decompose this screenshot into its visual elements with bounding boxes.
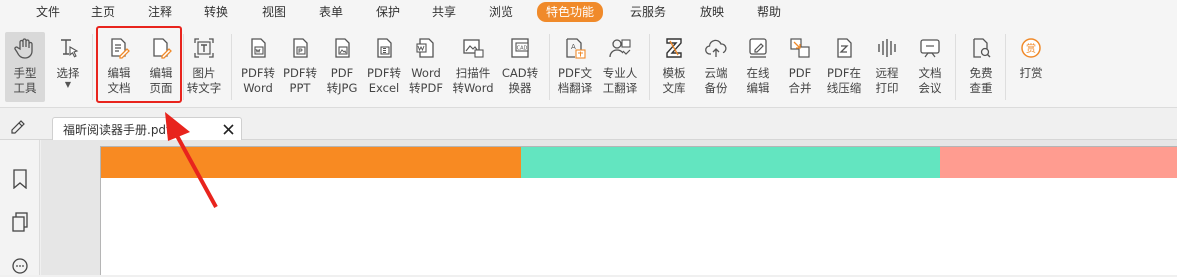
- image-to-text-button[interactable]: 图片 转文字: [182, 36, 226, 96]
- video-meeting-icon: [920, 39, 940, 58]
- document-tab-title: 福昕阅读器手册.pdf *: [63, 123, 181, 137]
- pdf-to-ppt-button[interactable]: PDF转 PPT: [278, 36, 322, 96]
- highlight-box: [96, 26, 182, 103]
- header-band-teal: [521, 147, 940, 178]
- menu-file[interactable]: 文件: [36, 3, 60, 21]
- menu-protect[interactable]: 保护: [376, 3, 400, 21]
- free-check-button[interactable]: 免费 查重: [959, 36, 1003, 96]
- pdf-translate-button[interactable]: A PDF文 档翻译: [553, 36, 597, 96]
- menu-slideshow[interactable]: 放映: [700, 3, 724, 21]
- scan-image-icon: [463, 39, 484, 58]
- select-tool-button[interactable]: 选择 ▼: [46, 36, 90, 89]
- close-icon[interactable]: [223, 124, 234, 135]
- bookmark-icon[interactable]: [11, 169, 29, 189]
- separator: [549, 34, 550, 100]
- svg-text:CAD: CAD: [517, 46, 528, 52]
- pdf-to-word-icon: [251, 38, 266, 58]
- svg-text:赏: 赏: [1026, 43, 1036, 55]
- header-band-orange: [101, 147, 521, 178]
- pdf-to-jpg-icon: [335, 38, 350, 58]
- remote-print-button[interactable]: 远程 打印: [865, 36, 909, 96]
- pdf-to-excel-button[interactable]: PDF转 Excel: [362, 36, 406, 96]
- hand-tool-button[interactable]: 手型 工具: [3, 36, 47, 96]
- text-cursor-icon: [61, 39, 79, 58]
- cloud-backup-button[interactable]: 云端 备份: [694, 36, 738, 96]
- menu-comment[interactable]: 注释: [148, 3, 172, 21]
- menu-form[interactable]: 表单: [319, 3, 343, 21]
- pdf-to-word-button[interactable]: PDF转 Word: [236, 36, 280, 96]
- pdf-to-excel-icon: [377, 38, 392, 58]
- menu-bar: 文件 主页 注释 转换 视图 表单 保护 共享 浏览 特色功能 云服务 放映 帮…: [0, 0, 1177, 24]
- translate-icon: A: [566, 38, 586, 59]
- eraser-icon[interactable]: [10, 118, 26, 134]
- separator: [649, 34, 650, 100]
- pdf-to-jpg-button[interactable]: PDF 转JPG: [320, 36, 364, 96]
- word-to-pdf-icon: [416, 38, 434, 58]
- pages-icon[interactable]: [11, 212, 29, 232]
- menu-help[interactable]: 帮助: [757, 3, 781, 21]
- cad-icon: CAD: [511, 38, 529, 58]
- header-band-pink: [940, 147, 1177, 178]
- pdf-merge-button[interactable]: PDF 合并: [778, 36, 822, 96]
- template-library-button[interactable]: 模板 文库: [652, 36, 696, 96]
- document-tab[interactable]: 福昕阅读器手册.pdf *: [52, 117, 242, 141]
- separator: [92, 34, 93, 100]
- compress-icon: [837, 38, 852, 58]
- image-text-icon: [194, 38, 214, 58]
- merge-icon: [790, 38, 810, 58]
- menu-share[interactable]: 共享: [432, 3, 456, 21]
- svg-text:A: A: [571, 43, 576, 51]
- comment-icon[interactable]: [11, 257, 29, 277]
- human-translate-button[interactable]: 专业人 工翻译: [598, 36, 642, 96]
- hand-icon: [14, 38, 33, 59]
- online-edit-icon: [749, 38, 767, 58]
- menu-cloud[interactable]: 云服务: [630, 3, 666, 21]
- separator: [1005, 34, 1006, 100]
- separator: [231, 34, 232, 100]
- chevron-down-icon: ▼: [64, 80, 72, 89]
- remote-print-icon: [878, 39, 896, 57]
- reward-button[interactable]: 赏 打赏: [1009, 36, 1053, 81]
- scan-to-word-button[interactable]: 扫描件 转Word: [451, 36, 495, 96]
- person-translate-icon: [609, 39, 631, 58]
- template-icon: [666, 38, 682, 58]
- menu-features[interactable]: 特色功能: [537, 2, 604, 22]
- online-edit-button[interactable]: 在线 编辑: [736, 36, 780, 96]
- reward-icon: 赏: [1021, 38, 1041, 58]
- word-to-pdf-button[interactable]: Word 转PDF: [404, 36, 448, 96]
- separator: [955, 34, 956, 100]
- menu-view[interactable]: 视图: [262, 3, 286, 21]
- cad-converter-button[interactable]: CAD CAD转 换器: [498, 36, 542, 96]
- menu-convert[interactable]: 转换: [204, 3, 228, 21]
- left-sidebar: [0, 140, 40, 275]
- document-search-icon: [973, 38, 991, 58]
- cloud-upload-icon: [705, 39, 727, 57]
- doc-meeting-button[interactable]: 文档 会议: [908, 36, 952, 96]
- pdf-compress-button[interactable]: PDF在 线压缩: [822, 36, 866, 96]
- menu-browse[interactable]: 浏览: [489, 3, 513, 21]
- menu-home[interactable]: 主页: [91, 3, 115, 21]
- pdf-to-ppt-icon: [293, 38, 308, 58]
